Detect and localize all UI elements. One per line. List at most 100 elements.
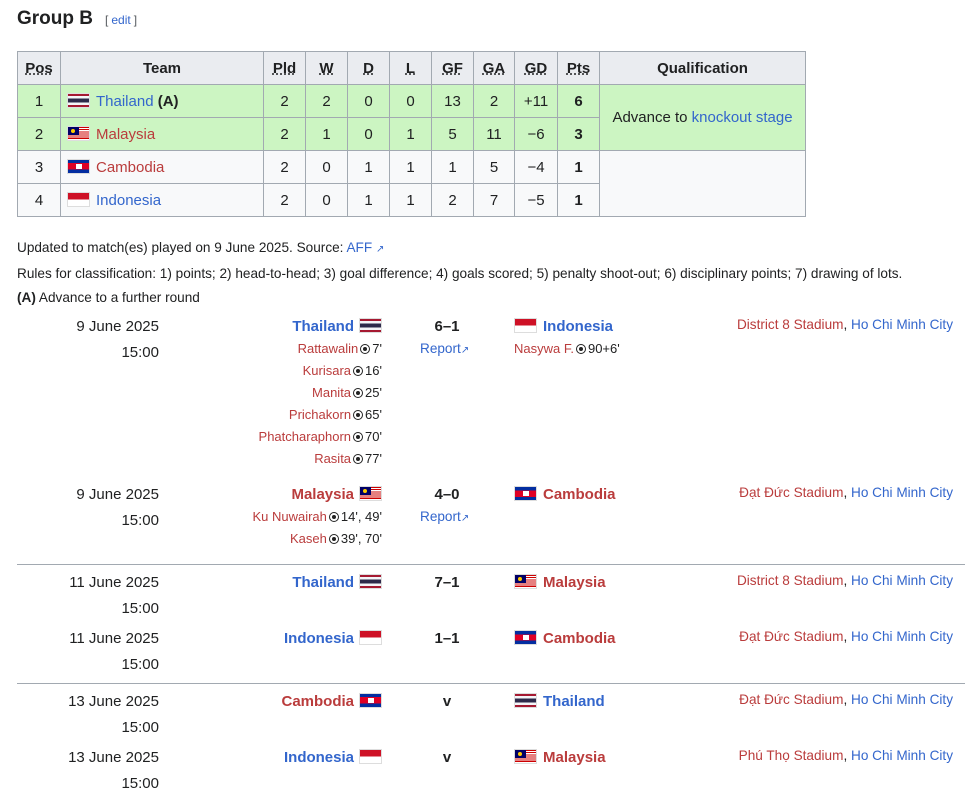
team-link[interactable]: Cambodia <box>96 159 164 176</box>
match-date-text: 11 June 2025 <box>69 630 159 647</box>
report-link[interactable]: Report <box>420 341 461 356</box>
match-score: 6–1 <box>434 318 460 335</box>
flag-icon <box>514 630 537 645</box>
cell-pts: 1 <box>557 150 600 184</box>
report-link[interactable]: Report <box>420 509 461 524</box>
city-link[interactable]: Ho Chi Minh City <box>851 692 953 707</box>
col-header-pos[interactable]: Pos <box>17 51 61 85</box>
external-link-icon: ↗ <box>460 345 470 356</box>
stadium-link[interactable]: Đạt Đức Stadium <box>739 485 843 500</box>
cell-ga: 2 <box>473 84 515 118</box>
stadium-link[interactable]: District 8 Stadium <box>737 317 844 332</box>
flag-icon <box>67 92 90 108</box>
col-header-ga[interactable]: GA <box>473 51 515 85</box>
col-header-gd[interactable]: GD <box>514 51 558 85</box>
home-team: Indonesia <box>284 626 382 652</box>
away-team-link[interactable]: Thailand <box>543 693 605 710</box>
away-team-link[interactable]: Indonesia <box>543 318 613 335</box>
match-venue: Đạt Đức Stadium, Ho Chi Minh City <box>739 629 953 644</box>
team-link[interactable]: Malaysia <box>96 126 155 143</box>
scorer-link[interactable]: Rattawalin <box>298 341 359 356</box>
match-date: 11 June 2025 15:00 <box>69 570 159 622</box>
stadium-link[interactable]: Đạt Đức Stadium <box>739 629 843 644</box>
home-team-link[interactable]: Indonesia <box>284 630 354 647</box>
city-link[interactable]: Ho Chi Minh City <box>851 317 953 332</box>
flag-icon <box>514 574 537 589</box>
home-team-link[interactable]: Malaysia <box>291 486 354 503</box>
scorer-link[interactable]: Phatcharaphorn <box>259 429 352 444</box>
scorer-link[interactable]: Ku Nuwairah <box>252 509 326 524</box>
match-date: 9 June 2025 15:00 <box>76 482 159 534</box>
home-team-link[interactable]: Thailand <box>292 318 354 335</box>
match-date: 9 June 2025 15:00 <box>76 314 159 366</box>
cell-team: Indonesia <box>60 183 264 217</box>
away-team-link[interactable]: Cambodia <box>543 486 616 503</box>
stadium-link[interactable]: Phú Thọ Stadium <box>739 748 844 763</box>
home-team: Cambodia <box>281 689 382 715</box>
match-date-text: 13 June 2025 <box>68 749 159 766</box>
goal-ball-icon <box>353 388 364 398</box>
scorer-row: Prichakorn 65' <box>259 404 382 426</box>
match-venue: Đạt Đức Stadium, Ho Chi Minh City <box>739 692 953 707</box>
cell-team: Thailand (A) <box>60 84 264 118</box>
match-date: 13 June 2025 15:00 <box>68 689 159 741</box>
home-team-link[interactable]: Indonesia <box>284 749 354 766</box>
points-value: 1 <box>574 191 583 209</box>
col-header-gf[interactable]: GF <box>431 51 474 85</box>
scorer-link[interactable]: Manita <box>312 385 351 400</box>
away-team-link[interactable]: Malaysia <box>543 749 606 766</box>
stadium-link[interactable]: District 8 Stadium <box>737 573 844 588</box>
scorer-link[interactable]: Kaseh <box>290 531 327 546</box>
away-team: Indonesia <box>514 314 613 340</box>
flag-icon <box>514 693 537 708</box>
match-score: v <box>442 749 452 766</box>
cell-l: 1 <box>389 117 432 151</box>
goal-minute: 39', 70' <box>340 531 382 546</box>
col-header-pld[interactable]: Pld <box>263 51 306 85</box>
match-venue: Đạt Đức Stadium, Ho Chi Minh City <box>739 485 953 500</box>
away-team-link[interactable]: Cambodia <box>543 630 616 647</box>
match-venue: District 8 Stadium, Ho Chi Minh City <box>736 573 953 588</box>
match-score: 7–1 <box>434 574 460 591</box>
city-link[interactable]: Ho Chi Minh City <box>851 629 953 644</box>
goal-ball-icon <box>328 512 339 522</box>
city-link[interactable]: Ho Chi Minh City <box>851 485 953 500</box>
goal-minute: 7' <box>372 341 382 356</box>
home-team: Thailand <box>292 570 382 596</box>
flag-icon <box>359 574 382 589</box>
edit-link[interactable]: edit <box>108 13 133 27</box>
city-link[interactable]: Ho Chi Minh City <box>851 573 953 588</box>
away-team-link[interactable]: Malaysia <box>543 574 606 591</box>
report: Report↗ <box>420 338 469 362</box>
cell-pos: 2 <box>17 117 61 151</box>
cell-pts: 3 <box>557 117 600 151</box>
col-header-w[interactable]: W <box>305 51 348 85</box>
home-team-link[interactable]: Cambodia <box>281 693 354 710</box>
scorer-link[interactable]: Rasita <box>314 451 351 466</box>
scorer-row: Ku Nuwairah 14', 49' <box>252 506 382 528</box>
scorer-link[interactable]: Nasywa F. <box>514 341 574 356</box>
away-team: Malaysia <box>514 745 606 771</box>
goal-ball-icon <box>353 454 364 464</box>
scorer-link[interactable]: Prichakorn <box>289 407 351 422</box>
col-header-pts[interactable]: Pts <box>557 51 600 85</box>
match-time: 15:00 <box>121 512 159 529</box>
team-link[interactable]: Indonesia <box>96 192 161 209</box>
col-header-d[interactable]: D <box>347 51 390 85</box>
col-header-l[interactable]: L <box>389 51 432 85</box>
rules-note: Rules for classification: 1) points; 2) … <box>17 266 903 281</box>
knockout-stage-link[interactable]: knockout stage <box>692 109 793 126</box>
source-link[interactable]: AFF <box>346 240 372 255</box>
scorer-link[interactable]: Kurisara <box>303 363 351 378</box>
goal-minute: 16' <box>365 363 382 378</box>
match-time: 15:00 <box>121 656 159 673</box>
cell-pos: 4 <box>17 183 61 217</box>
city-link[interactable]: Ho Chi Minh City <box>851 748 953 763</box>
cell-gf: 1 <box>431 150 474 184</box>
cell-pts: 1 <box>557 183 600 217</box>
flag-icon <box>359 486 382 501</box>
away-team: Cambodia <box>514 482 616 508</box>
home-team-link[interactable]: Thailand <box>292 574 354 591</box>
team-link[interactable]: Thailand <box>96 93 154 110</box>
stadium-link[interactable]: Đạt Đức Stadium <box>739 692 843 707</box>
